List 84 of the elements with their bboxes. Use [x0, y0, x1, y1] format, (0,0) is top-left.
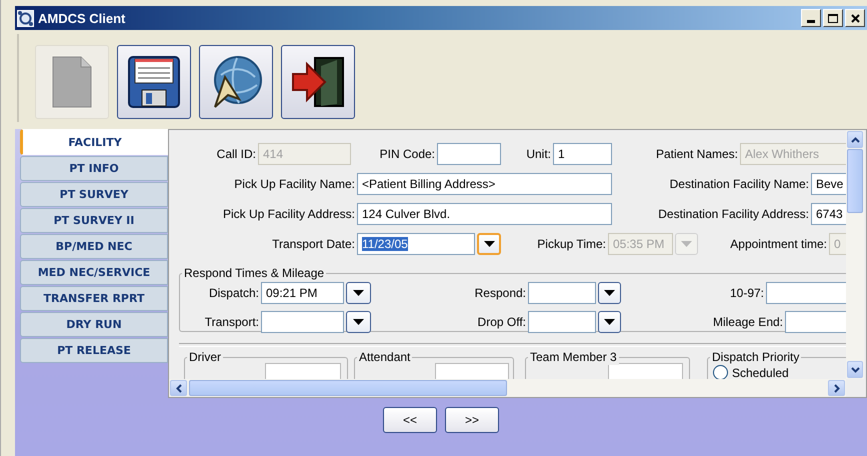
- group-title: Team Member 3: [528, 349, 619, 365]
- text-field[interactable]: 1: [553, 143, 612, 165]
- text-field[interactable]: 6743: [811, 203, 846, 225]
- field-label: Destination Facility Address:: [657, 207, 809, 221]
- tab[interactable]: TRANSFER RPRT: [20, 286, 168, 311]
- dropdown-button[interactable]: [598, 282, 621, 304]
- maximize-button[interactable]: [823, 9, 843, 27]
- text-field[interactable]: <Patient Billing Address>: [357, 173, 612, 195]
- close-icon: [850, 14, 860, 22]
- window-title: AMDCS Client: [38, 10, 126, 26]
- dropdown-button[interactable]: [477, 233, 501, 255]
- app-icon: [17, 10, 34, 26]
- field-label: Pickup Time:: [536, 237, 606, 251]
- text-field[interactable]: [435, 363, 509, 379]
- combo-field[interactable]: 11/23/05: [357, 233, 475, 255]
- field-label: Destination Facility Name:: [668, 177, 809, 191]
- scroll-right-button[interactable]: [828, 380, 845, 396]
- nav-button[interactable]: <<: [383, 407, 437, 433]
- caret-icon: [484, 241, 494, 247]
- horizontal-scrollbar[interactable]: [169, 379, 846, 397]
- field-label: Transport Date:: [271, 237, 355, 251]
- text-field[interactable]: [437, 143, 501, 165]
- chevron-down-icon: [850, 366, 860, 372]
- dropdown-button[interactable]: [598, 311, 621, 333]
- text-field[interactable]: [265, 363, 341, 379]
- scroll-left-button[interactable]: [170, 380, 187, 396]
- minimize-icon: [807, 20, 815, 23]
- nav-button[interactable]: >>: [445, 407, 499, 433]
- tab[interactable]: PT INFO: [20, 156, 168, 181]
- caret-icon: [353, 319, 364, 325]
- close-button[interactable]: [845, 9, 865, 27]
- tab[interactable]: PT SURVEY II: [20, 208, 168, 233]
- caret-icon: [353, 290, 364, 296]
- group-title: Dispatch Priority: [710, 349, 802, 365]
- combo-field[interactable]: [528, 282, 596, 304]
- field-label: Pick Up Facility Name:: [233, 177, 355, 191]
- exit-door-icon: [291, 56, 345, 108]
- text-field[interactable]: [766, 282, 846, 304]
- tab[interactable]: FACILITY: [20, 129, 168, 155]
- combo-field[interactable]: [261, 311, 344, 333]
- field-label: Pick Up Facility Address:: [222, 207, 355, 221]
- toolbar-button[interactable]: [117, 45, 191, 119]
- field-label: Transport:: [204, 315, 259, 329]
- dropdown-button[interactable]: [346, 282, 371, 304]
- field-label: Mileage End:: [712, 315, 783, 329]
- field-label: Call ID:: [216, 147, 256, 161]
- toolbar-button[interactable]: [199, 45, 273, 119]
- caret-icon: [681, 241, 692, 247]
- field-label: 10-97:: [728, 286, 764, 300]
- group-title: Respond Times & Mileage: [182, 265, 326, 281]
- tab[interactable]: PT RELEASE: [20, 338, 168, 363]
- toolbar-button[interactable]: [281, 45, 355, 119]
- vertical-scrollbar[interactable]: [846, 130, 864, 379]
- text-field[interactable]: Beve: [811, 173, 846, 195]
- scroll-up-button[interactable]: [847, 131, 863, 148]
- document-icon: [52, 56, 92, 108]
- radio-label: Scheduled: [732, 366, 789, 379]
- scrollbar-thumb[interactable]: [847, 149, 863, 213]
- combo-field[interactable]: 09:21 PM: [261, 282, 344, 304]
- radio-button[interactable]: [713, 365, 728, 379]
- chevron-right-icon: [834, 384, 840, 392]
- text-field[interactable]: 124 Culver Blvd.: [357, 203, 612, 225]
- field-label: Drop Off:: [476, 315, 526, 329]
- combo-field[interactable]: [528, 311, 596, 333]
- maximize-icon: [828, 14, 838, 22]
- field-label: Dispatch:: [208, 286, 259, 300]
- tab[interactable]: MED NEC/SERVICE: [20, 260, 168, 285]
- text-field[interactable]: [608, 363, 683, 379]
- caret-icon: [604, 319, 615, 325]
- dropdown-button[interactable]: [346, 311, 371, 333]
- chevron-up-icon: [850, 136, 860, 142]
- field-label: Patient Names:: [654, 147, 738, 161]
- tab[interactable]: BP/MED NEC: [20, 234, 168, 259]
- minimize-button[interactable]: [801, 9, 821, 27]
- scroll-down-button[interactable]: [847, 361, 863, 378]
- caret-icon: [604, 290, 615, 296]
- chevron-left-icon: [176, 384, 182, 392]
- tab[interactable]: PT SURVEY: [20, 182, 168, 207]
- field-label: PIN Code:: [378, 147, 435, 161]
- tab[interactable]: DRY RUN: [20, 312, 168, 337]
- scrollbar-thumb[interactable]: [189, 380, 507, 396]
- field-label: Unit:: [525, 147, 551, 161]
- field-label: Appointment time:: [729, 237, 827, 251]
- field-label: Respond:: [474, 286, 526, 300]
